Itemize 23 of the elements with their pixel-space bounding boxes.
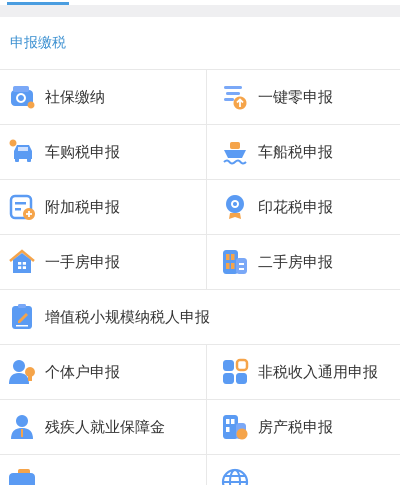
grid-icon <box>221 358 249 386</box>
item-label[interactable]: 一键零申报 <box>258 88 333 106</box>
house-icon <box>8 248 36 276</box>
item-label[interactable]: 附加税申报 <box>45 198 120 216</box>
building-icon <box>221 248 249 276</box>
item-label[interactable]: 二手房申报 <box>258 252 333 272</box>
item-label[interactable]: 一手房申报 <box>45 252 120 272</box>
item-label[interactable]: 车购税申报 <box>45 142 120 162</box>
item-label[interactable]: 残疾人就业保障金 <box>45 418 165 436</box>
tab-indicator <box>7 2 69 5</box>
building-icon <box>221 413 249 441</box>
person-icon <box>8 413 36 441</box>
item-label[interactable]: 印花税申报 <box>258 198 333 216</box>
item-label[interactable]: 房产税申报 <box>258 418 333 436</box>
document-plus-icon <box>8 193 36 221</box>
item-label[interactable]: 社保缴纳 <box>45 88 105 106</box>
person-icon <box>8 358 36 386</box>
item-label[interactable]: 个体户申报 <box>45 362 120 382</box>
item-label[interactable]: 车船税申报 <box>258 142 333 162</box>
item-label[interactable]: 非税收入通用申报 <box>258 362 378 382</box>
item-label[interactable]: 增值税小规模纳税人申报 <box>45 308 210 326</box>
upload-icon <box>221 83 249 111</box>
section-title: 申报缴税 <box>10 34 66 52</box>
